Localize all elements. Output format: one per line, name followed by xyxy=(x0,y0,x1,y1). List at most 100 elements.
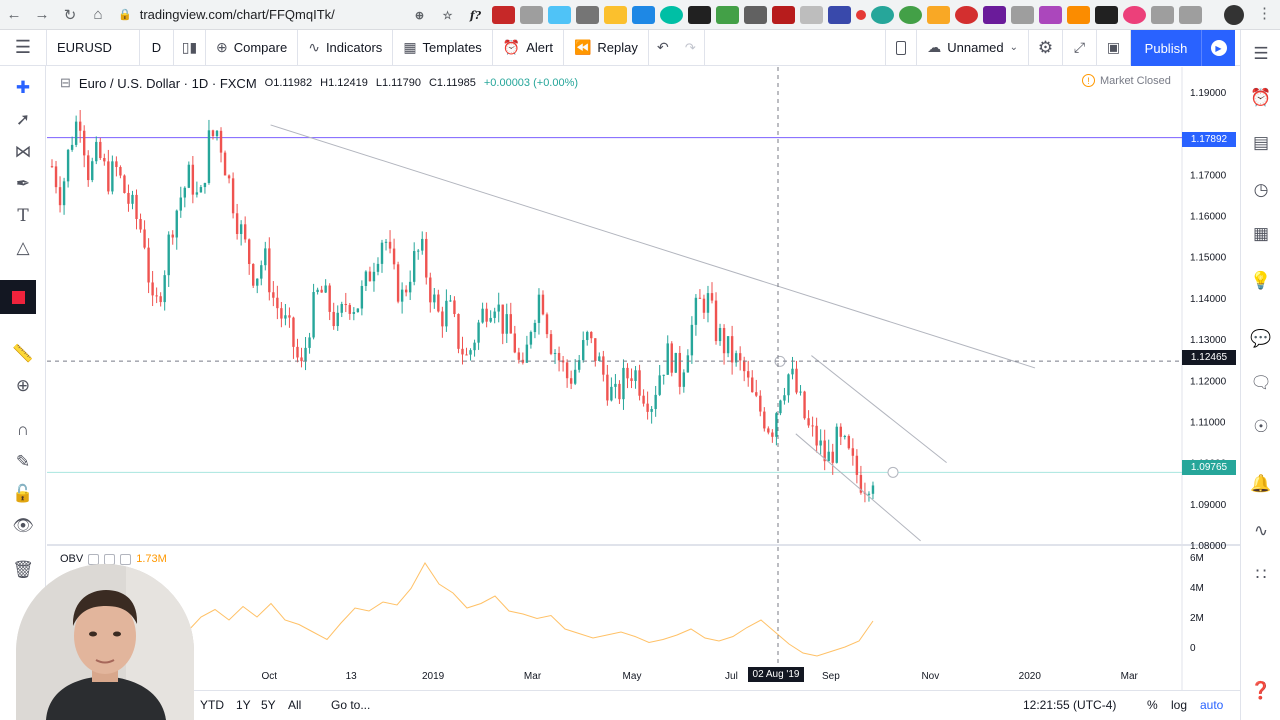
trading-panel-icon[interactable]: ∿ xyxy=(1248,518,1274,544)
chat-icon[interactable]: 💬 xyxy=(1248,326,1274,352)
clock[interactable]: 12:21:55 (UTC-4) xyxy=(1023,698,1116,712)
pattern-tool-icon[interactable]: △ xyxy=(9,234,37,262)
extension-icon[interactable] xyxy=(688,6,711,24)
extension-icon[interactable] xyxy=(828,6,851,24)
log-toggle[interactable]: log xyxy=(1171,698,1187,712)
close-mini-icon[interactable] xyxy=(120,553,132,565)
object-tree-icon[interactable]: ▤ xyxy=(1248,130,1274,156)
visibility-icon[interactable] xyxy=(88,553,100,565)
ideas-icon[interactable]: 💡 xyxy=(1248,268,1274,294)
auto-toggle[interactable]: auto xyxy=(1200,698,1223,712)
extension-icon[interactable] xyxy=(744,6,767,24)
fullscreen-button[interactable]: ⤢ xyxy=(1063,29,1097,66)
tools-extension-icon[interactable] xyxy=(492,6,515,24)
data-window-icon[interactable]: ◷ xyxy=(1248,177,1274,203)
candle-body xyxy=(191,164,195,195)
candle-body xyxy=(763,411,766,429)
apps-grid-icon[interactable]: ∷ xyxy=(1248,562,1274,588)
crosshair-tool-icon[interactable]: ✚ xyxy=(9,74,37,102)
snapshot-button[interactable]: ▣ xyxy=(1097,29,1131,66)
dropbox-icon[interactable] xyxy=(632,6,655,24)
home-icon[interactable]: ⌂ xyxy=(84,1,112,29)
camera-extension-icon[interactable] xyxy=(1011,6,1034,24)
publish-button[interactable]: Publish xyxy=(1131,30,1201,66)
extension-icon[interactable] xyxy=(927,6,950,24)
chart-pane[interactable]: 1.19000 1.17000 1.16000 1.15000 1.14000 1.130… xyxy=(47,67,1240,720)
fx-extension-icon[interactable]: f? xyxy=(464,6,487,24)
symbol-search[interactable]: EURUSD xyxy=(47,29,140,66)
select-layout-button[interactable] xyxy=(885,29,918,66)
chart-canvas[interactable]: 1.19000 1.17000 1.16000 1.15000 1.14000 1.130… xyxy=(47,67,1240,690)
extension-icon[interactable] xyxy=(856,10,866,20)
range-all[interactable]: All xyxy=(288,698,301,712)
compare-button[interactable]: ⊕ Compare xyxy=(206,29,299,66)
templates-button[interactable]: ▦ Templates xyxy=(393,29,493,66)
trendline-tool-icon[interactable]: ➚ xyxy=(9,106,37,134)
settings-button[interactable]: ⚙ xyxy=(1029,29,1063,66)
goto-button[interactable]: Go to... xyxy=(331,698,370,712)
extension-icon[interactable] xyxy=(520,6,543,24)
replay-button[interactable]: ⏪ Replay xyxy=(564,29,649,66)
collapse-icon[interactable]: ⊟ xyxy=(60,75,71,91)
lock-icon[interactable]: 🔓 xyxy=(9,480,37,508)
browser-menu-icon[interactable]: ⋮ xyxy=(1257,4,1272,22)
chart-type-button[interactable]: ▯▮ xyxy=(174,29,206,66)
extension-icon[interactable] xyxy=(772,6,795,24)
trash-icon[interactable]: 🗑 xyxy=(9,556,37,584)
indicators-button[interactable]: ∿ Indicators xyxy=(298,29,394,66)
watchlist-icon[interactable]: ☰ xyxy=(1248,41,1274,67)
profile-avatar[interactable] xyxy=(1224,5,1244,25)
magnet-icon[interactable]: ∩ xyxy=(9,416,37,444)
hotlist-icon[interactable]: ☉ xyxy=(1248,414,1274,440)
forward-icon[interactable]: → xyxy=(28,1,56,29)
range-5y[interactable]: 5Y xyxy=(261,698,276,712)
obv-label[interactable]: OBV xyxy=(60,553,83,565)
star-icon[interactable]: ☆ xyxy=(436,6,459,24)
extension-icon[interactable] xyxy=(1095,6,1118,24)
alarm-clock-icon[interactable]: ⏰ xyxy=(1248,85,1274,111)
range-1y[interactable]: 1Y xyxy=(236,698,251,712)
messages-icon[interactable]: 🗨 xyxy=(1248,370,1274,396)
extension-icon[interactable] xyxy=(716,6,739,24)
extension-icon[interactable] xyxy=(1151,6,1174,24)
notifications-icon[interactable]: 🔔 xyxy=(1248,471,1274,497)
extension-icon[interactable] xyxy=(899,6,922,24)
extension-icon[interactable] xyxy=(1123,6,1146,24)
text-tool-icon[interactable]: T xyxy=(9,202,37,230)
alert-button[interactable]: ⏰ Alert xyxy=(493,29,564,66)
extension-icon[interactable] xyxy=(800,6,823,24)
extension-icon[interactable] xyxy=(1179,6,1202,24)
percent-toggle[interactable]: % xyxy=(1147,698,1158,712)
settings-mini-icon[interactable] xyxy=(104,553,116,565)
help-icon[interactable]: ❓ xyxy=(1248,678,1274,704)
color-picker[interactable] xyxy=(0,280,36,314)
pencil-lock-icon[interactable]: ✎ xyxy=(9,448,37,476)
extension-icon[interactable] xyxy=(576,6,599,24)
reload-icon[interactable]: ↻ xyxy=(56,1,84,29)
extension-icon[interactable] xyxy=(1039,6,1062,24)
redo-button[interactable]: ↷ xyxy=(677,29,705,66)
range-ytd[interactable]: YTD xyxy=(200,698,224,712)
extension-icon[interactable] xyxy=(871,6,894,24)
add-icon[interactable]: ⊕ xyxy=(408,6,431,24)
extension-icon[interactable] xyxy=(983,6,1006,24)
react-extension-icon[interactable] xyxy=(548,6,571,24)
undo-button[interactable]: ↶ xyxy=(649,30,677,66)
pitchfork-tool-icon[interactable]: ⋈ xyxy=(9,138,37,166)
back-icon[interactable]: ← xyxy=(0,1,28,29)
address-bar[interactable]: 🔒 tradingview.com/chart/FFQmqITk/ xyxy=(118,2,458,27)
layout-name-button[interactable]: ☁ Unnamed ⌄ xyxy=(917,29,1029,66)
extension-icon[interactable] xyxy=(604,6,627,24)
extension-icon[interactable] xyxy=(1067,6,1090,24)
interval-button[interactable]: D xyxy=(140,29,174,66)
extension-icon[interactable] xyxy=(955,6,978,24)
zoom-icon[interactable]: ⊕ xyxy=(9,372,37,400)
extension-icon[interactable] xyxy=(660,6,683,24)
calendar-icon[interactable]: ▦ xyxy=(1248,221,1274,247)
menu-icon[interactable]: ☰ xyxy=(0,29,47,66)
publish-video-button[interactable]: ▶ xyxy=(1201,30,1235,66)
symbol-title[interactable]: Euro / U.S. Dollar · 1D · FXCM xyxy=(79,76,257,91)
eye-icon[interactable]: 👁 xyxy=(9,512,37,540)
brush-tool-icon[interactable]: ✒ xyxy=(9,170,37,198)
ruler-tool-icon[interactable]: 📏 xyxy=(9,340,37,368)
